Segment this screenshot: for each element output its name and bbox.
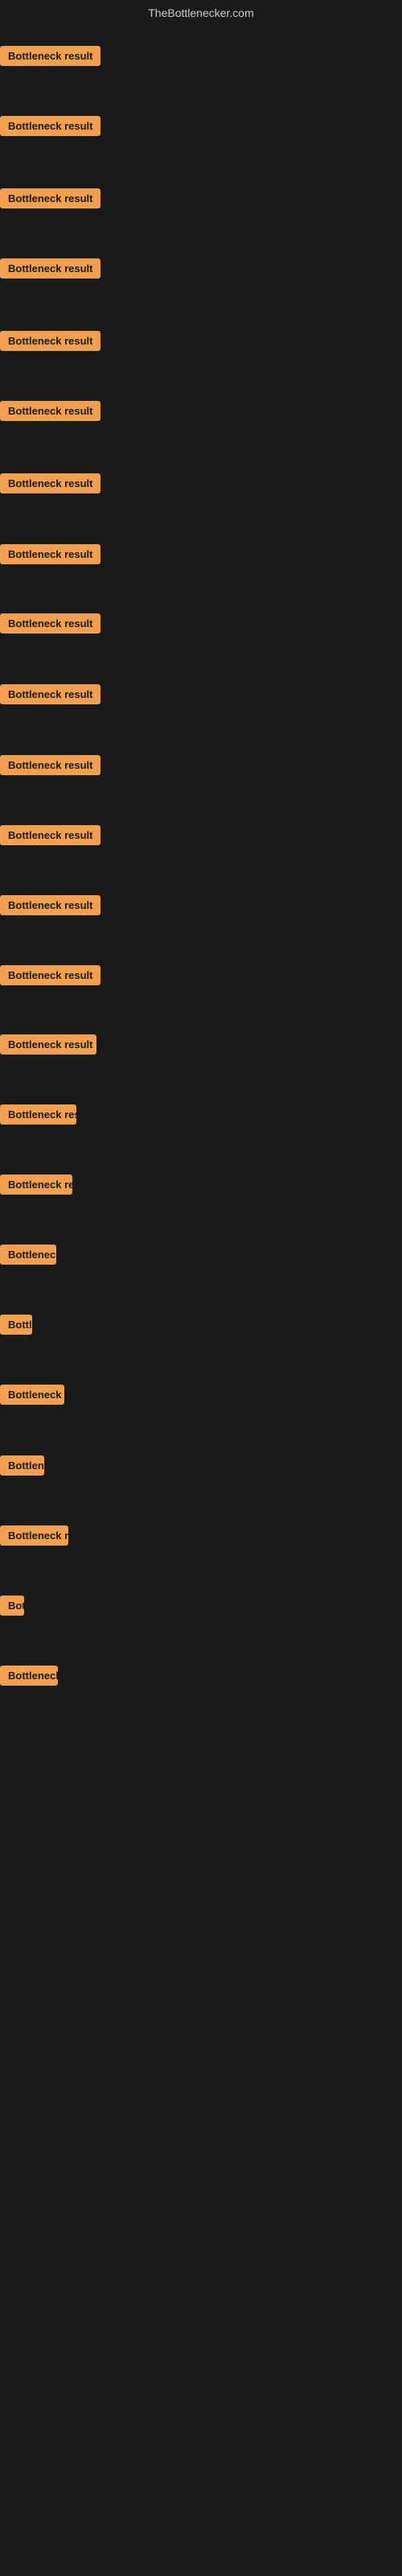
bottleneck-result-badge-2[interactable]: Bottleneck result [0,116,100,136]
bottleneck-result-row-7: Bottleneck result [0,473,100,497]
bottleneck-result-row-17: Bottleneck result [0,1174,72,1199]
bottleneck-result-row-22: Bottleneck result [0,1525,68,1550]
bottleneck-result-badge-15[interactable]: Bottleneck result [0,1034,96,1055]
bottleneck-result-badge-13[interactable]: Bottleneck result [0,895,100,915]
bottleneck-result-row-1: Bottleneck result [0,46,100,70]
bottleneck-result-row-16: Bottleneck result [0,1104,76,1129]
bottleneck-result-row-8: Bottleneck result [0,544,100,568]
bottleneck-result-badge-3[interactable]: Bottleneck result [0,188,100,208]
bottleneck-result-row-10: Bottleneck result [0,684,100,708]
bottleneck-result-row-14: Bottleneck result [0,965,100,989]
bottleneck-result-badge-10[interactable]: Bottleneck result [0,684,100,704]
bottleneck-result-row-2: Bottleneck result [0,116,100,140]
bottleneck-result-badge-16[interactable]: Bottleneck result [0,1104,76,1125]
bottleneck-result-badge-23[interactable]: Bottleneck result [0,1596,24,1616]
bottleneck-result-badge-18[interactable]: Bottleneck result [0,1245,56,1265]
bottleneck-result-row-4: Bottleneck result [0,258,100,283]
bottleneck-result-badge-20[interactable]: Bottleneck result [0,1385,64,1405]
bottleneck-result-badge-14[interactable]: Bottleneck result [0,965,100,985]
bottleneck-result-row-24: Bottleneck result [0,1666,58,1690]
bottleneck-result-badge-9[interactable]: Bottleneck result [0,613,100,634]
bottleneck-result-badge-22[interactable]: Bottleneck result [0,1525,68,1546]
bottleneck-result-badge-17[interactable]: Bottleneck result [0,1174,72,1195]
bottleneck-result-row-11: Bottleneck result [0,755,100,779]
bottleneck-result-row-21: Bottleneck result [0,1455,44,1480]
site-title: TheBottlenecker.com [0,0,402,26]
bottleneck-result-badge-11[interactable]: Bottleneck result [0,755,100,775]
bottleneck-result-badge-8[interactable]: Bottleneck result [0,544,100,564]
bottleneck-result-badge-7[interactable]: Bottleneck result [0,473,100,493]
bottleneck-result-badge-21[interactable]: Bottleneck result [0,1455,44,1476]
bottleneck-result-row-12: Bottleneck result [0,825,100,849]
bottleneck-result-badge-5[interactable]: Bottleneck result [0,331,100,351]
bottleneck-result-badge-19[interactable]: Bottleneck result [0,1315,32,1335]
bottleneck-result-badge-6[interactable]: Bottleneck result [0,401,100,421]
bottleneck-result-row-3: Bottleneck result [0,188,100,213]
bottleneck-result-badge-1[interactable]: Bottleneck result [0,46,100,66]
bottleneck-result-row-9: Bottleneck result [0,613,100,638]
bottleneck-result-row-15: Bottleneck result [0,1034,96,1059]
bottleneck-result-row-19: Bottleneck result [0,1315,32,1339]
bottleneck-result-badge-4[interactable]: Bottleneck result [0,258,100,279]
bottleneck-result-badge-12[interactable]: Bottleneck result [0,825,100,845]
bottleneck-result-row-5: Bottleneck result [0,331,100,355]
bottleneck-result-row-20: Bottleneck result [0,1385,64,1409]
bottleneck-result-row-13: Bottleneck result [0,895,100,919]
bottleneck-result-row-23: Bottleneck result [0,1596,24,1620]
bottleneck-result-row-18: Bottleneck result [0,1245,56,1269]
bottleneck-result-badge-24[interactable]: Bottleneck result [0,1666,58,1686]
bottleneck-result-row-6: Bottleneck result [0,401,100,425]
